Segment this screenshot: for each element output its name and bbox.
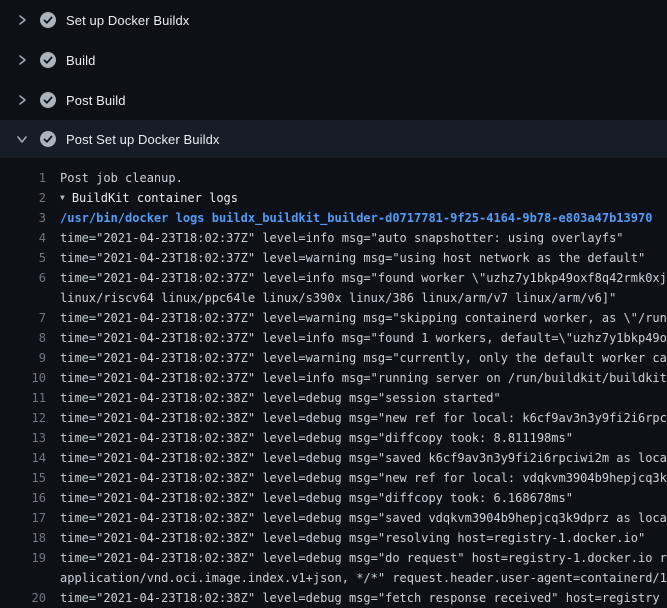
log-line: 5 time="2021-04-23T18:02:37Z" level=warn… bbox=[0, 248, 667, 268]
line-number[interactable]: 5 bbox=[0, 248, 46, 268]
log-line: 15 time="2021-04-23T18:02:38Z" level=deb… bbox=[0, 468, 667, 488]
line-number[interactable]: 8 bbox=[0, 328, 46, 348]
line-number[interactable]: 19 bbox=[0, 548, 46, 568]
line-text: time="2021-04-23T18:02:38Z" level=debug … bbox=[60, 408, 667, 428]
line-number[interactable]: 9 bbox=[0, 348, 46, 368]
log-line: 1 Post job cleanup. bbox=[0, 168, 667, 188]
log-line: 8 time="2021-04-23T18:02:37Z" level=info… bbox=[0, 328, 667, 348]
step-header-build[interactable]: Build bbox=[0, 40, 667, 80]
line-number[interactable] bbox=[0, 568, 46, 588]
step-header-post-setup-docker-buildx[interactable]: Post Set up Docker Buildx bbox=[0, 120, 667, 158]
line-text: time="2021-04-23T18:02:38Z" level=debug … bbox=[60, 488, 667, 508]
log-line: 11 time="2021-04-23T18:02:38Z" level=deb… bbox=[0, 388, 667, 408]
log-line: 9 time="2021-04-23T18:02:37Z" level=warn… bbox=[0, 348, 667, 368]
log-line: application/vnd.oci.image.index.v1+json,… bbox=[0, 568, 667, 588]
line-text: time="2021-04-23T18:02:38Z" level=debug … bbox=[60, 448, 667, 468]
line-text: time="2021-04-23T18:02:38Z" level=debug … bbox=[60, 548, 667, 568]
line-number[interactable]: 1 bbox=[0, 168, 46, 188]
line-text: time="2021-04-23T18:02:37Z" level=info m… bbox=[60, 268, 667, 288]
log-line: 13 time="2021-04-23T18:02:38Z" level=deb… bbox=[0, 428, 667, 448]
line-number[interactable]: 4 bbox=[0, 228, 46, 248]
line-text: time="2021-04-23T18:02:37Z" level=info m… bbox=[60, 328, 667, 348]
line-number[interactable]: 16 bbox=[0, 488, 46, 508]
step-title: Post Set up Docker Buildx bbox=[66, 132, 220, 147]
log-line: 18 time="2021-04-23T18:02:38Z" level=deb… bbox=[0, 528, 667, 548]
check-circle-icon bbox=[40, 52, 56, 68]
line-number[interactable]: 3 bbox=[0, 208, 46, 228]
chevron-right-icon[interactable] bbox=[14, 12, 30, 28]
step-title: Set up Docker Buildx bbox=[66, 13, 189, 28]
check-circle-icon bbox=[40, 92, 56, 108]
line-number[interactable]: 7 bbox=[0, 308, 46, 328]
line-text: Post job cleanup. bbox=[60, 168, 667, 188]
step-title: Build bbox=[66, 53, 95, 68]
line-text: time="2021-04-23T18:02:38Z" level=debug … bbox=[60, 528, 667, 548]
line-text: time="2021-04-23T18:02:38Z" level=debug … bbox=[60, 468, 667, 488]
log-line: 12 time="2021-04-23T18:02:38Z" level=deb… bbox=[0, 408, 667, 428]
check-circle-icon bbox=[40, 131, 56, 147]
chevron-right-icon[interactable] bbox=[14, 92, 30, 108]
collapse-triangle-icon[interactable]: ▼ bbox=[60, 188, 65, 208]
step-title: Post Build bbox=[66, 93, 126, 108]
chevron-down-icon[interactable] bbox=[14, 131, 30, 147]
line-text: time="2021-04-23T18:02:37Z" level=warnin… bbox=[60, 248, 667, 268]
log-line: 3 /usr/bin/docker logs buildx_buildkit_b… bbox=[0, 208, 667, 228]
step-header-post-build[interactable]: Post Build bbox=[0, 80, 667, 120]
line-number[interactable]: 10 bbox=[0, 368, 46, 388]
line-number[interactable]: 11 bbox=[0, 388, 46, 408]
line-number[interactable]: 14 bbox=[0, 448, 46, 468]
log-lines: 1 Post job cleanup. 2 ▼ BuildKit contain… bbox=[0, 158, 667, 608]
log-line: 10 time="2021-04-23T18:02:37Z" level=inf… bbox=[0, 368, 667, 388]
line-text: time="2021-04-23T18:02:37Z" level=warnin… bbox=[60, 308, 667, 328]
line-text: time="2021-04-23T18:02:38Z" level=debug … bbox=[60, 588, 667, 608]
line-text: time="2021-04-23T18:02:38Z" level=debug … bbox=[60, 428, 667, 448]
line-text: application/vnd.oci.image.index.v1+json,… bbox=[60, 568, 667, 588]
log-line: 17 time="2021-04-23T18:02:38Z" level=deb… bbox=[0, 508, 667, 528]
line-text: time="2021-04-23T18:02:37Z" level=warnin… bbox=[60, 348, 667, 368]
check-circle-icon bbox=[40, 12, 56, 28]
line-number[interactable] bbox=[0, 288, 46, 308]
log-line: 6 time="2021-04-23T18:02:37Z" level=info… bbox=[0, 268, 667, 288]
line-text: time="2021-04-23T18:02:37Z" level=info m… bbox=[60, 368, 667, 388]
line-number[interactable]: 6 bbox=[0, 268, 46, 288]
log-line: 20 time="2021-04-23T18:02:38Z" level=deb… bbox=[0, 588, 667, 608]
line-number[interactable]: 2 bbox=[0, 188, 46, 208]
line-number[interactable]: 20 bbox=[0, 588, 46, 608]
line-number[interactable]: 18 bbox=[0, 528, 46, 548]
log-line: 16 time="2021-04-23T18:02:38Z" level=deb… bbox=[0, 488, 667, 508]
line-text: linux/riscv64 linux/ppc64le linux/s390x … bbox=[60, 288, 667, 308]
line-number[interactable]: 13 bbox=[0, 428, 46, 448]
log-line: 2 ▼ BuildKit container logs bbox=[0, 188, 667, 208]
line-text: /usr/bin/docker logs buildx_buildkit_bui… bbox=[60, 208, 667, 228]
line-text: time="2021-04-23T18:02:38Z" level=debug … bbox=[60, 508, 667, 528]
line-number[interactable]: 12 bbox=[0, 408, 46, 428]
step-header-setup-docker-buildx[interactable]: Set up Docker Buildx bbox=[0, 0, 667, 40]
log-line: 4 time="2021-04-23T18:02:37Z" level=info… bbox=[0, 228, 667, 248]
log-line: 14 time="2021-04-23T18:02:38Z" level=deb… bbox=[0, 448, 667, 468]
line-text: time="2021-04-23T18:02:38Z" level=debug … bbox=[60, 388, 667, 408]
line-number[interactable]: 17 bbox=[0, 508, 46, 528]
log-line: 19 time="2021-04-23T18:02:38Z" level=deb… bbox=[0, 548, 667, 568]
line-text: BuildKit container logs bbox=[72, 188, 667, 208]
line-text: time="2021-04-23T18:02:37Z" level=info m… bbox=[60, 228, 667, 248]
line-number[interactable]: 15 bbox=[0, 468, 46, 488]
log-line: 7 time="2021-04-23T18:02:37Z" level=warn… bbox=[0, 308, 667, 328]
chevron-right-icon[interactable] bbox=[14, 52, 30, 68]
log-line: linux/riscv64 linux/ppc64le linux/s390x … bbox=[0, 288, 667, 308]
